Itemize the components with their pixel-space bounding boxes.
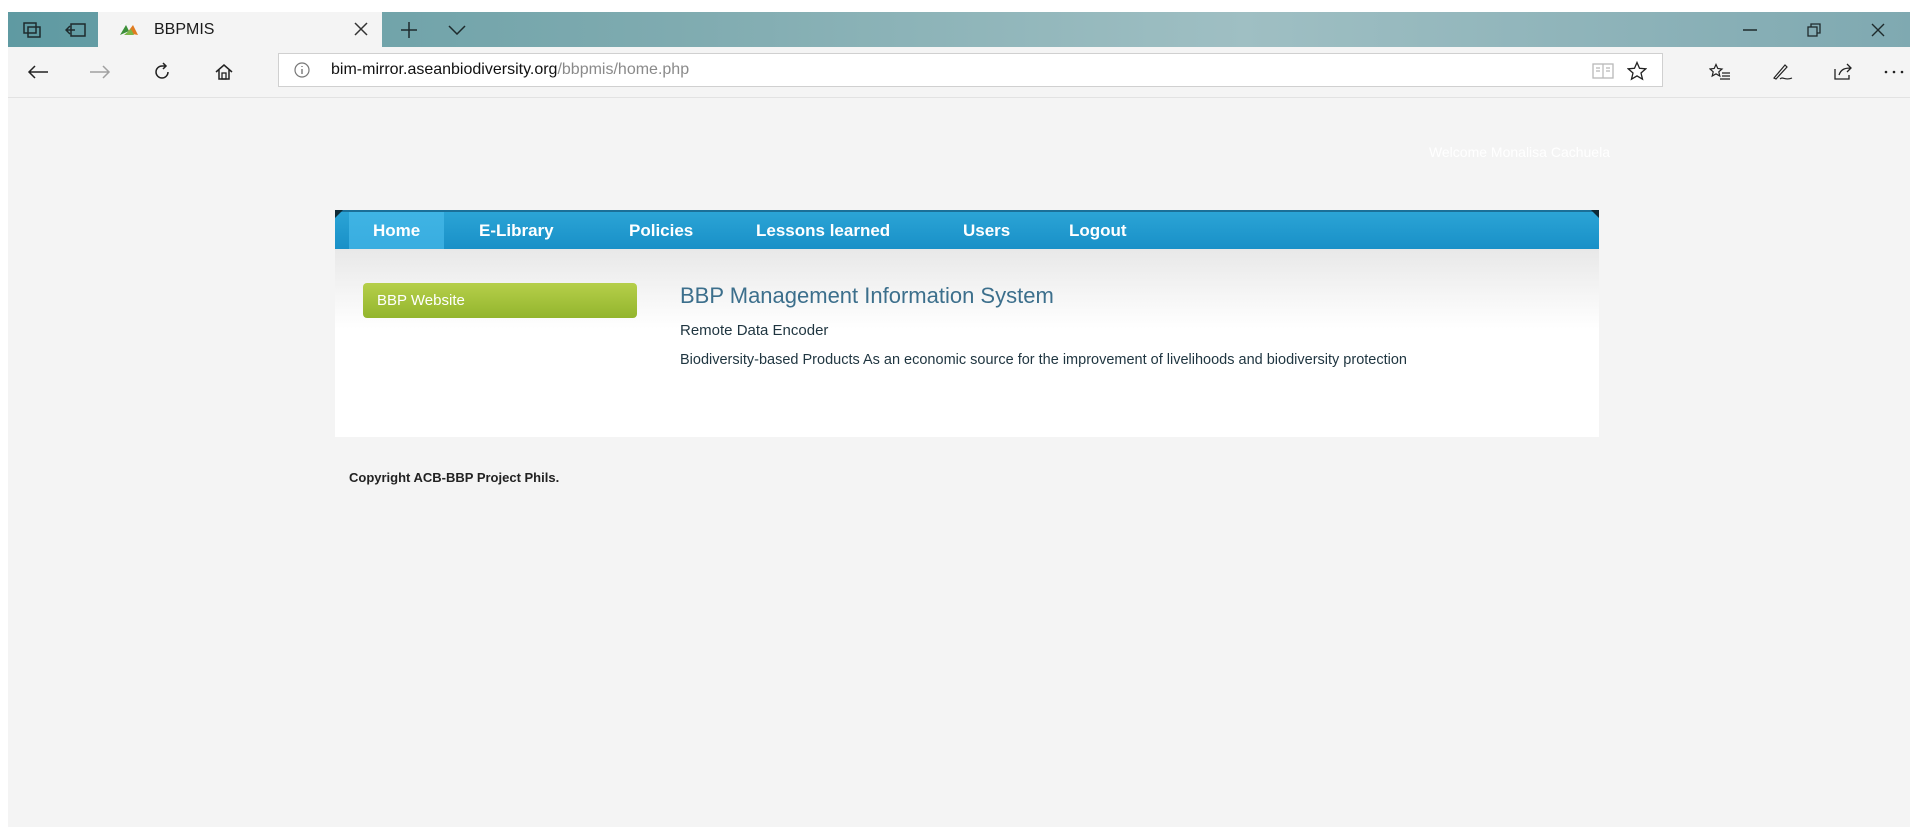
- menu-item-policies[interactable]: Policies: [605, 212, 717, 249]
- menu-item-e-library[interactable]: E-Library: [455, 212, 578, 249]
- url-domain: bim-mirror.aseanbiodiversity.org: [331, 61, 558, 78]
- set-aside-tabs-icon[interactable]: [56, 12, 96, 47]
- main-menu: Home E-Library Policies Lessons learned …: [335, 210, 1599, 249]
- tab-bar: BBPMIS: [8, 12, 1910, 47]
- menu-item-lessons-learned[interactable]: Lessons learned: [732, 212, 914, 249]
- refresh-icon[interactable]: [138, 47, 186, 97]
- page-subtitle: Remote Data Encoder: [680, 322, 829, 339]
- url-text[interactable]: bim-mirror.aseanbiodiversity.org/bbpmis/…: [331, 61, 689, 79]
- favorites-list-icon[interactable]: [1696, 47, 1744, 97]
- page-title: BBP Management Information System: [680, 283, 1054, 308]
- copyright-text: Copyright ACB-BBP Project Phils.: [349, 470, 560, 485]
- favorite-star-icon[interactable]: [1622, 58, 1652, 84]
- forward-icon[interactable]: [76, 47, 124, 97]
- pen-notes-icon[interactable]: [1758, 47, 1806, 97]
- url-path: /bbpmis/home.php: [557, 61, 690, 78]
- home-icon[interactable]: [200, 47, 248, 97]
- menu-item-logout[interactable]: Logout: [1045, 212, 1151, 249]
- site-info-icon[interactable]: [293, 61, 311, 79]
- back-icon[interactable]: [14, 47, 62, 97]
- share-icon[interactable]: [1820, 47, 1868, 97]
- menu-item-home[interactable]: Home: [349, 212, 445, 249]
- reading-view-icon[interactable]: [1588, 58, 1618, 84]
- web-page: Welcome Monalisa Cachuela Home E-Library…: [8, 98, 1910, 827]
- address-bar[interactable]: bim-mirror.aseanbiodiversity.org/bbpmis/…: [278, 53, 1663, 87]
- restore-icon[interactable]: [1784, 12, 1844, 47]
- site-favicon-icon: [118, 23, 140, 37]
- welcome-text: Welcome Monalisa Cachuela: [1428, 144, 1610, 160]
- navigation-bar: bim-mirror.aseanbiodiversity.org/bbpmis/…: [8, 47, 1910, 98]
- tab-title: BBPMIS: [154, 21, 215, 38]
- active-tab[interactable]: BBPMIS: [98, 12, 382, 47]
- minimize-icon[interactable]: [1720, 12, 1780, 47]
- page-description: Biodiversity-based Products As an econom…: [680, 352, 1407, 368]
- tab-actions-icon[interactable]: [12, 12, 52, 47]
- more-options-icon[interactable]: [1870, 47, 1910, 97]
- browser-window: BBPMIS bim-mirror.aseanbiodiversity.org/…: [8, 12, 1910, 827]
- main-container: Home E-Library Policies Lessons learned …: [335, 210, 1599, 437]
- chevron-down-icon[interactable]: [434, 12, 480, 47]
- close-window-icon[interactable]: [1848, 12, 1908, 47]
- menu-item-users[interactable]: Users: [939, 212, 1034, 249]
- bbp-website-button[interactable]: BBP Website: [363, 283, 637, 318]
- close-tab-icon[interactable]: [348, 16, 374, 42]
- new-tab-icon[interactable]: [386, 12, 432, 47]
